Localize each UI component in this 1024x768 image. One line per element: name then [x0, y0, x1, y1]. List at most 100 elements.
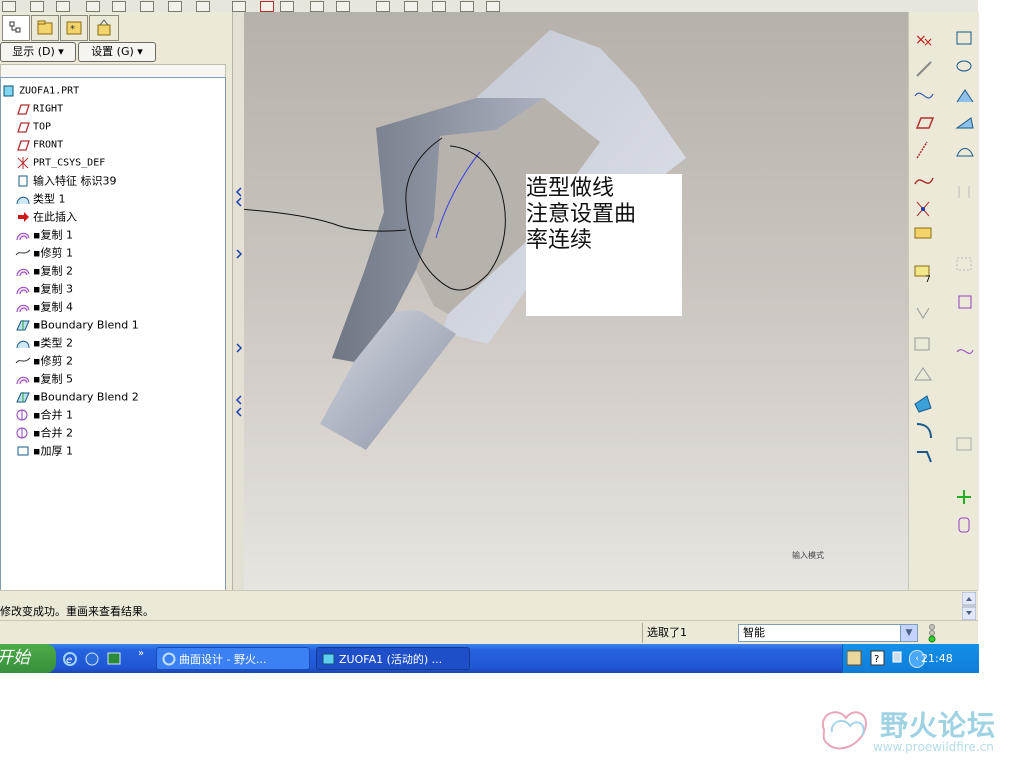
- view-icon[interactable]: [310, 1, 324, 12]
- extrude-icon[interactable]: [956, 31, 972, 45]
- quick-launch-more-icon[interactable]: »: [138, 648, 144, 659]
- watermark-title: 野火论坛: [880, 709, 997, 742]
- hole-icon[interactable]: [916, 307, 930, 319]
- point-display-icon[interactable]: [432, 1, 446, 12]
- datum-axis-icon[interactable]: [916, 61, 932, 77]
- tab-connections[interactable]: [89, 15, 119, 41]
- tree-item[interactable]: TOP: [15, 118, 51, 135]
- regenerate-icon[interactable]: [260, 1, 274, 12]
- intersect-icon[interactable]: [956, 437, 972, 451]
- watermark-url: www.proewildfire.cn: [873, 740, 994, 754]
- analysis-icon[interactable]: [914, 227, 932, 239]
- message-scrollbar[interactable]: [961, 591, 977, 621]
- fill-surface-icon[interactable]: [956, 148, 974, 157]
- chevron-down-icon[interactable]: ▼: [900, 625, 917, 641]
- mirror-icon[interactable]: [958, 186, 970, 198]
- new-file-icon[interactable]: [2, 1, 16, 12]
- part-icon: [1, 84, 17, 98]
- media-icon[interactable]: [85, 652, 99, 666]
- tree-item[interactable]: 类型 1: [15, 190, 66, 207]
- sketch-curve-icon[interactable]: [914, 92, 934, 99]
- tree-item[interactable]: RIGHT: [15, 100, 63, 117]
- sweep-icon[interactable]: [956, 89, 974, 103]
- selection-filter-select[interactable]: 智能 ▼: [738, 624, 918, 642]
- paste-icon[interactable]: [232, 1, 246, 12]
- redo-icon[interactable]: [140, 1, 154, 12]
- tree-item[interactable]: ▪合并 2: [15, 424, 73, 441]
- tree-item[interactable]: ▪复制 2: [15, 262, 73, 279]
- desktop-icon[interactable]: [107, 652, 121, 665]
- tree-item[interactable]: PRT_CSYS_DEF: [15, 154, 105, 171]
- tree-item[interactable]: ▪合并 1: [15, 406, 73, 423]
- show-menu-button[interactable]: 显示 (D) ▾: [0, 42, 76, 62]
- tree-item[interactable]: ▪修剪 1: [15, 244, 73, 261]
- annotation-icon[interactable]: 7: [914, 265, 931, 285]
- offset-icon[interactable]: [956, 349, 974, 354]
- taskbar-task-browser[interactable]: 曲面设计 - 野火...: [156, 647, 310, 670]
- axis-display-icon[interactable]: [404, 1, 418, 12]
- tab-favorites[interactable]: *: [60, 15, 88, 41]
- tree-item-label: ▪类型 2: [33, 336, 73, 350]
- tree-item[interactable]: ▪加厚 1: [15, 442, 73, 459]
- round-icon[interactable]: [916, 423, 932, 439]
- extend-icon[interactable]: [914, 395, 932, 413]
- network-icon[interactable]: [892, 651, 902, 663]
- settings-menu-button[interactable]: 设置 (G) ▾: [78, 42, 156, 62]
- tree-item[interactable]: ▪复制 4: [15, 298, 73, 315]
- tree-item[interactable]: ▪复制 1: [15, 226, 73, 243]
- undo-icon[interactable]: [112, 1, 126, 12]
- tree-item[interactable]: ZUOFA1.PRT: [1, 82, 79, 99]
- graphics-viewport[interactable]: 造型做线 注意设置曲 率连续 输入模式: [244, 12, 908, 590]
- connections-icon: [97, 19, 111, 36]
- ime-icon[interactable]: [847, 650, 862, 666]
- tab-folder-browser[interactable]: [31, 15, 59, 41]
- surface-bottom-tube[interactable]: [320, 310, 456, 450]
- start-button[interactable]: 开始: [0, 644, 56, 673]
- blend-icon[interactable]: [955, 117, 974, 129]
- datum-line-icon[interactable]: [916, 141, 928, 159]
- copy-surface-icon: [15, 372, 31, 386]
- add-icon[interactable]: [957, 490, 971, 504]
- tree-item[interactable]: ▪Boundary Blend 1: [15, 316, 139, 333]
- csys-icon[interactable]: [916, 201, 930, 217]
- shell-icon[interactable]: [914, 337, 930, 351]
- curve-icon[interactable]: [914, 177, 934, 185]
- task-proe-label: ZUOFA1 (活动的) ...: [339, 653, 443, 666]
- datum-plane-icon[interactable]: [915, 117, 935, 129]
- draft-icon[interactable]: [914, 367, 932, 381]
- solidify-icon[interactable]: [958, 295, 972, 309]
- cut-icon[interactable]: [168, 1, 182, 12]
- datum-display-icon[interactable]: [376, 1, 390, 12]
- taskbar-task-proe[interactable]: ZUOFA1 (活动的) ...: [316, 647, 470, 670]
- cylinder-icon[interactable]: [958, 517, 970, 533]
- tree-item[interactable]: ▪复制 5: [15, 370, 73, 387]
- model-tree-panel: * 显示 (D) ▾ 设置 (G) ▾ ZUOFA1.PRT RIGHT TOP FR…: [0, 12, 232, 599]
- find-icon[interactable]: [280, 1, 294, 12]
- note-line-2: 注意设置曲: [526, 202, 637, 227]
- datum-point-icon[interactable]: ××: [915, 32, 933, 49]
- filter-value: 智能: [743, 626, 765, 639]
- ie-icon[interactable]: e: [63, 652, 77, 666]
- tree-item-label: ▪加厚 1: [33, 444, 73, 458]
- tree-item[interactable]: ▪Boundary Blend 2: [15, 388, 139, 405]
- tree-item[interactable]: 输入特征 标识39: [15, 172, 117, 189]
- csys-display-icon[interactable]: [460, 1, 474, 12]
- tab-model-tree[interactable]: [2, 15, 30, 41]
- copy-icon[interactable]: [196, 1, 210, 12]
- spin-center-icon[interactable]: [486, 1, 500, 12]
- save-icon[interactable]: [56, 1, 70, 12]
- tree-item[interactable]: ▪复制 3: [15, 280, 73, 297]
- help-icon[interactable]: ?: [870, 650, 885, 666]
- print-icon[interactable]: [86, 1, 100, 12]
- tree-item[interactable]: FRONT: [15, 136, 63, 153]
- tree-item[interactable]: ▪修剪 2: [15, 352, 73, 369]
- tree-item-label: 类型 1: [33, 192, 66, 206]
- pattern-icon[interactable]: [956, 257, 972, 271]
- chamfer-icon[interactable]: [917, 451, 932, 463]
- layer-icon[interactable]: [336, 1, 350, 12]
- svg-text:*: *: [70, 24, 75, 35]
- open-file-icon[interactable]: [30, 1, 44, 12]
- tree-item[interactable]: ▪类型 2: [15, 334, 73, 351]
- tree-item[interactable]: 在此插入: [15, 208, 77, 225]
- revolve-icon[interactable]: [956, 60, 972, 72]
